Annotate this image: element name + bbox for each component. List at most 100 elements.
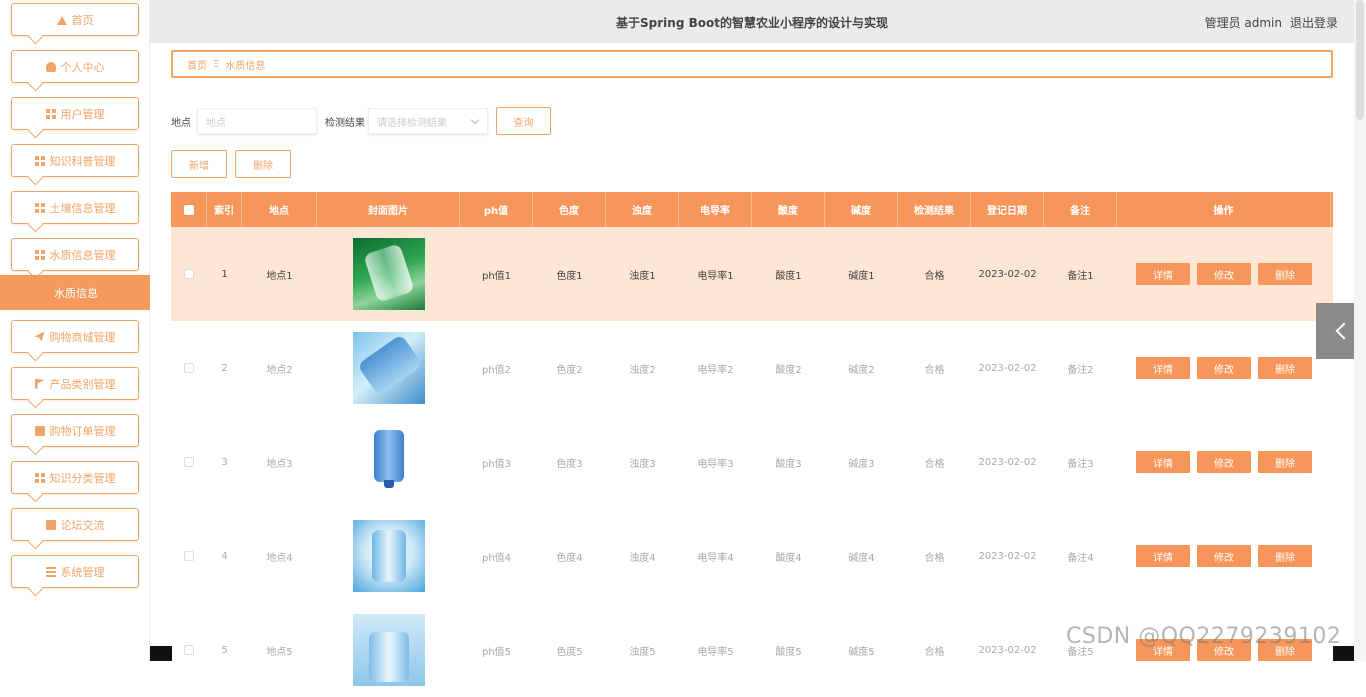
add-button[interactable]: 新增 [171,150,227,178]
cell-conductivity: 电导率2 [697,364,734,376]
breadcrumb: 首页 Ξ 水质信息 [171,50,1333,78]
detail-button[interactable]: 详情 [1136,451,1190,473]
user-label: 管理员 admin [1204,16,1282,30]
cell-actions: 详情 修改 删除 [1117,415,1331,509]
table-row[interactable]: 1 地点1 ph值1 色度1 浊度1 电导率1 酸度1 碱度1 合格 2023-… [171,227,1333,321]
cell-conductivity: 电导率5 [697,646,734,658]
search-bar: 地点 地点 检测结果 请选择检测结果 查询 [171,107,551,135]
sidebar-item-profile[interactable]: 个人中心 [11,50,139,83]
row-select-cell [171,321,207,415]
sidebar-item-system[interactable]: 系统管理 [11,555,139,588]
cell-actions: 详情 修改 删除 [1117,509,1331,603]
sidebar-item-knowledge-category[interactable]: 知识分类管理 [11,461,139,494]
detail-button[interactable]: 详情 [1136,357,1190,379]
sidebar-item-users[interactable]: 用户管理 [11,97,139,130]
cell-date: 2023-02-02 [978,550,1037,562]
row-checkbox[interactable] [184,457,194,467]
select-all-checkbox[interactable] [183,204,194,215]
cell-actions: 详情 修改 删除 [1117,227,1331,321]
row-checkbox[interactable] [184,363,194,373]
header-cell: 登记日期 [971,192,1044,227]
sidebar-item-knowledge[interactable]: 知识科普管理 [11,144,139,177]
query-button[interactable]: 查询 [496,107,551,135]
header-cell: 封面图片 [317,192,460,227]
cell-ph: ph值3 [481,458,512,470]
table-row[interactable]: 2 地点2 ph值2 色度2 浊度2 电导率2 酸度2 碱度2 合格 2023-… [171,321,1333,415]
water-bottle-image [352,238,425,310]
edit-button[interactable]: 修改 [1197,263,1251,285]
sidebar-item-orders[interactable]: 购物订单管理 [11,414,139,447]
cell-alkalinity: 碱度5 [848,646,875,658]
cell-color: 色度3 [556,458,583,470]
cell-note: 备注5 [1067,646,1094,658]
table-row[interactable]: 3 地点3 ph值3 色度3 浊度3 电导率3 酸度3 碱度3 合格 2023-… [171,415,1333,509]
header-cell: 备注 [1044,192,1117,227]
sidebar-item-forum[interactable]: 论坛交流 [11,508,139,541]
sidebar-item-category[interactable]: 产品类别管理 [11,367,139,400]
cell-color: 色度5 [556,646,583,658]
cell-note: 备注1 [1067,270,1094,282]
cell-acidity: 酸度2 [775,364,802,376]
sidebar-item-home[interactable]: 首页 [11,3,139,36]
cell-image [317,509,460,603]
detail-button[interactable]: 详情 [1136,263,1190,285]
cell-index: 2 [221,362,228,374]
detail-button[interactable]: 详情 [1136,545,1190,567]
list-icon [45,566,56,577]
sidebar: 首页 个人中心 用户管理 知识科普管理 土壤信息管理 水质信息管理 水质信息 购… [0,0,150,661]
water-bottle-image [352,426,425,498]
delete-button[interactable]: 删除 [1258,263,1312,285]
cell-turbidity: 浊度3 [629,458,656,470]
table-row[interactable]: 5 地点5 ph值5 色度5 浊度5 电导率5 酸度5 碱度5 合格 2023-… [171,603,1333,697]
delete-button[interactable]: 删除 [1258,545,1312,567]
header-cell: 索引 [207,192,242,227]
batch-delete-button[interactable]: 删除 [235,150,291,178]
sidebar-item-water[interactable]: 水质信息管理 [11,238,139,271]
cell-index: 4 [221,550,228,562]
delete-button[interactable]: 删除 [1258,451,1312,473]
cell-date: 2023-02-02 [978,362,1037,374]
cell-result: 合格 [924,364,945,376]
cell-date: 2023-02-02 [978,644,1037,656]
home-icon [56,15,67,25]
water-quality-table: 索引 地点 封面图片 ph值 色度 浊度 电导率 酸度 碱度 检测结果 登记日期… [171,192,1333,697]
edit-button[interactable]: 修改 [1197,451,1251,473]
breadcrumb-home[interactable]: 首页 [187,57,207,72]
sidebar-item-soil[interactable]: 土壤信息管理 [11,191,139,224]
cell-conductivity: 电导率1 [697,270,734,282]
cell-date: 2023-02-02 [978,268,1037,280]
location-input[interactable]: 地点 [197,108,317,134]
grid-icon [34,155,45,166]
delete-button[interactable]: 删除 [1258,357,1312,379]
cell-note: 备注2 [1067,364,1094,376]
cell-conductivity: 电导率3 [697,458,734,470]
cell-note: 备注3 [1067,458,1094,470]
row-checkbox[interactable] [184,645,194,655]
sidebar-item-label: 系统管理 [60,565,105,579]
edit-button[interactable]: 修改 [1197,545,1251,567]
cell-result: 合格 [924,552,945,564]
row-checkbox[interactable] [184,269,194,279]
header-cell: 碱度 [825,192,898,227]
header-cell: 地点 [242,192,317,227]
watermark: CSDN @QQ2279239102 [1066,624,1342,649]
cell-index: 1 [221,268,228,280]
sidebar-item-label: 土壤信息管理 [49,201,116,215]
cell-ph: ph值5 [481,646,512,658]
result-select[interactable]: 请选择检测结果 [368,108,488,134]
sidebar-item-label: 论坛交流 [60,518,105,532]
edit-button[interactable]: 修改 [1197,357,1251,379]
row-checkbox[interactable] [184,551,194,561]
cell-image [317,227,460,321]
scrollbar-thumb[interactable] [1356,0,1364,120]
logout-link[interactable]: 退出登录 [1290,16,1338,30]
cell-acidity: 酸度4 [775,552,802,564]
sidebar-subitem-water-info[interactable]: 水质信息 [0,275,150,310]
row-select-cell [171,603,207,697]
table-row[interactable]: 4 地点4 ph值4 色度4 浊度4 电导率4 酸度4 碱度4 合格 2023-… [171,509,1333,603]
cell-result: 合格 [924,646,945,658]
result-select-placeholder: 请选择检测结果 [377,117,447,129]
sidebar-item-label: 知识科普管理 [49,154,116,168]
sidebar-item-mall[interactable]: 购物商城管理 [11,320,139,353]
cell-acidity: 酸度3 [775,458,802,470]
